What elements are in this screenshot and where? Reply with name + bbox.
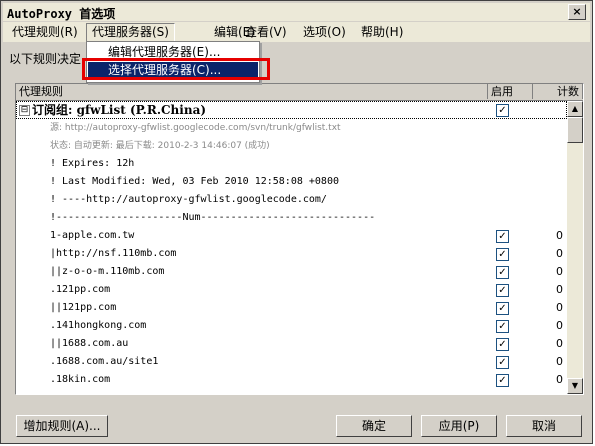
- rule-enabled-checkbox[interactable]: ✓: [496, 230, 509, 243]
- highlight-callout: [82, 58, 270, 80]
- rule-count: 0: [556, 283, 563, 296]
- window-title: AutoProxy 首选项: [7, 7, 116, 21]
- rule-row[interactable]: .141hongkong.com ✓ 0: [16, 317, 567, 335]
- rule-count: 0: [556, 247, 563, 260]
- add-rule-button[interactable]: 增加规则(A)...: [16, 415, 108, 437]
- rule-count: 0: [556, 265, 563, 278]
- rule-count: 0: [556, 373, 563, 386]
- subscription-group-row[interactable]: ⊟ 订阅组: gfwList (P.R.China) ✓: [16, 101, 567, 119]
- scroll-down-icon[interactable]: ▼: [567, 378, 583, 394]
- group-status-row: 状态: 自动更新: 最后下载: 2010-2-3 14:46:07 (成功): [50, 141, 270, 151]
- comment-row[interactable]: ! Expires: 12h: [16, 155, 567, 173]
- group-source-row: 源: http://autoproxy-gfwlist.googlecode.c…: [50, 123, 341, 133]
- rule-row[interactable]: .121pp.com ✓ 0: [16, 281, 567, 299]
- comment-row[interactable]: !---------------------Num---------------…: [16, 209, 567, 227]
- menu-options[interactable]: 选项(O): [298, 24, 351, 41]
- apply-button[interactable]: 应用(P): [421, 415, 497, 437]
- group-enabled-checkbox[interactable]: ✓: [496, 104, 509, 117]
- scroll-up-icon[interactable]: ▲: [567, 101, 583, 117]
- rule-enabled-checkbox[interactable]: ✓: [496, 320, 509, 333]
- rule-enabled-checkbox[interactable]: ✓: [496, 266, 509, 279]
- rule-row[interactable]: ||121pp.com ✓ 0: [16, 299, 567, 317]
- scroll-thumb[interactable]: [567, 117, 583, 143]
- collapse-icon[interactable]: ⊟: [19, 105, 30, 116]
- menu-help[interactable]: 帮助(H): [356, 24, 408, 41]
- header-rule[interactable]: 代理规则: [16, 84, 488, 99]
- rule-count: 0: [556, 337, 563, 350]
- rule-enabled-checkbox[interactable]: ✓: [496, 248, 509, 261]
- vertical-scrollbar[interactable]: ▲ ▼: [567, 101, 583, 394]
- rules-list[interactable]: 代理规则 启用 计数 ⊟ 订阅组: gfwList (P.R.China) ✓ …: [15, 83, 584, 395]
- close-icon[interactable]: ×: [568, 4, 586, 20]
- menu-proxy-rules[interactable]: 代理规则(R): [7, 24, 83, 41]
- menu-proxy-servers[interactable]: 代理服务器(S): [86, 23, 175, 42]
- title-bar: AutoProxy 首选项 ×: [3, 3, 590, 21]
- rule-count: 0: [556, 229, 563, 242]
- menu-view[interactable]: 查看(V): [240, 24, 292, 41]
- rule-row[interactable]: .1688.com.au/site1 ✓ 0: [16, 353, 567, 371]
- list-header: 代理规则 启用 计数: [16, 84, 583, 101]
- rule-row[interactable]: 1-apple.com.tw ✓ 0: [16, 227, 567, 245]
- rule-enabled-checkbox[interactable]: ✓: [496, 374, 509, 387]
- preferences-window: AutoProxy 首选项 × 代理规则(R) 代理服务器(S) 编辑(E) 查…: [0, 0, 593, 444]
- rule-row[interactable]: ||z-o-o-m.110mb.com ✓ 0: [16, 263, 567, 281]
- rule-row[interactable]: ||1688.com.au ✓ 0: [16, 335, 567, 353]
- group-title: 订阅组: gfwList (P.R.China): [32, 103, 207, 117]
- rule-count: 0: [556, 301, 563, 314]
- rule-enabled-checkbox[interactable]: ✓: [496, 338, 509, 351]
- rule-row[interactable]: .18kin.com ✓ 0: [16, 371, 567, 389]
- menu-bar: 代理规则(R) 代理服务器(S) 编辑(E) 查看(V) 选项(O) 帮助(H): [3, 22, 590, 42]
- cancel-button[interactable]: 取消: [506, 415, 582, 437]
- rule-row[interactable]: |http://nsf.110mb.com ✓ 0: [16, 245, 567, 263]
- rule-count: 0: [556, 319, 563, 332]
- rule-enabled-checkbox[interactable]: ✓: [496, 302, 509, 315]
- ok-button[interactable]: 确定: [336, 415, 412, 437]
- header-count[interactable]: 计数: [533, 84, 583, 99]
- comment-row[interactable]: ! ----http://autoproxy-gfwlist.googlecod…: [16, 191, 567, 209]
- rule-count: 0: [556, 355, 563, 368]
- rule-enabled-checkbox[interactable]: ✓: [496, 284, 509, 297]
- intro-text: 以下规则决定: [9, 52, 82, 66]
- rule-enabled-checkbox[interactable]: ✓: [496, 356, 509, 369]
- rule-rows: ⊟ 订阅组: gfwList (P.R.China) ✓ 源: http://a…: [16, 101, 567, 389]
- header-enabled[interactable]: 启用: [488, 84, 533, 99]
- comment-row[interactable]: ! Last Modified: Wed, 03 Feb 2010 12:58:…: [16, 173, 567, 191]
